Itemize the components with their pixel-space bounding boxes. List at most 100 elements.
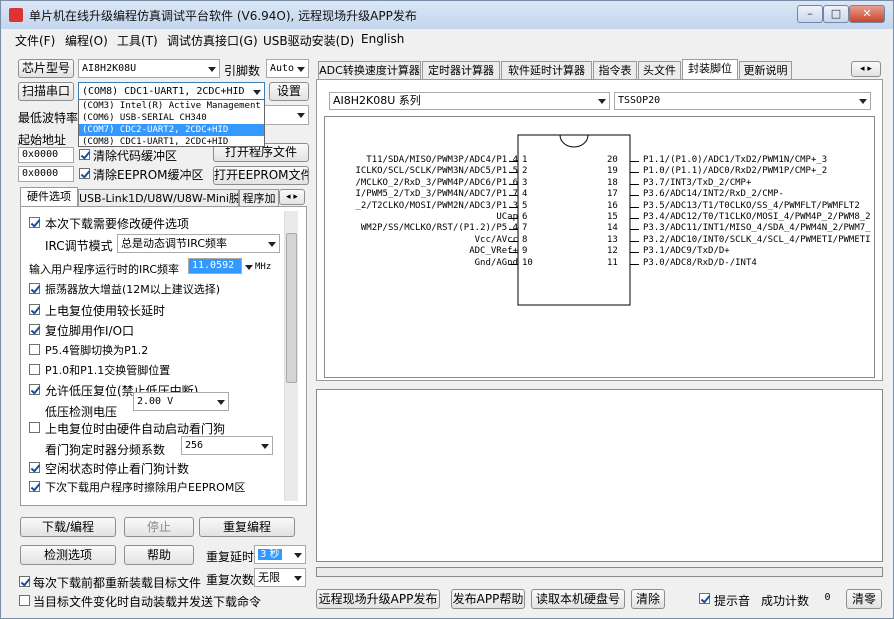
- pin-number-left: 10: [522, 257, 533, 268]
- menu-english[interactable]: English: [361, 32, 404, 46]
- chevron-down-icon: [294, 575, 302, 581]
- reset-count-button[interactable]: 清零: [846, 589, 882, 609]
- reset-io-checkbox[interactable]: [29, 324, 40, 335]
- p10-swap-label: P1.0和P1.1交换管脚位置: [45, 364, 171, 377]
- right-tab-scroll-arrows[interactable]: ◂ ▸: [851, 61, 881, 77]
- main-window: 单片机在线升级编程仿真调试平台软件 (V6.94O), 远程现场升级APP发布 …: [0, 0, 894, 619]
- port-option[interactable]: (COM3) Intel(R) Active Management: [79, 100, 264, 112]
- pin-lead-right: [630, 183, 639, 185]
- wdt-power-checkbox[interactable]: [29, 422, 40, 433]
- publish-help-button[interactable]: 发布APP帮助: [451, 589, 525, 609]
- pin-lead-left: [509, 218, 518, 219]
- tab-package-pinout[interactable]: 封装脚位: [682, 59, 738, 79]
- code-start-address-input[interactable]: 0x0000: [18, 147, 74, 163]
- maximize-button[interactable]: □: [823, 5, 849, 23]
- irc-mode-label: IRC调节模式: [45, 239, 113, 253]
- pin-number-left: 2: [522, 166, 528, 177]
- tab-timer-calculator[interactable]: 定时器计算器: [422, 61, 500, 79]
- stop-button[interactable]: 停止: [124, 517, 194, 537]
- port-dropdown-list[interactable]: (COM3) Intel(R) Active Management (COM6)…: [78, 99, 265, 147]
- pinout-diagram-area: T11/SDA/MISO/PWM3P/ADC4/P1.4 1 20 P1.1/(P1.…: [324, 116, 875, 378]
- eeprom-start-address-input[interactable]: 0x0000: [18, 166, 74, 182]
- pin-lead-left: [509, 206, 518, 208]
- clear-eeprom-checkbox[interactable]: [79, 168, 90, 179]
- options-scrollbar[interactable]: [284, 211, 298, 501]
- series-value: AI8H2K08U 系列: [333, 94, 421, 107]
- open-eeprom-file-button[interactable]: 打开EEPROM文件: [213, 166, 309, 185]
- menu-file[interactable]: 文件(F): [15, 32, 55, 49]
- sound-label: 提示音: [714, 594, 751, 608]
- settings-button[interactable]: 设置: [269, 82, 309, 101]
- repeat-delay-select[interactable]: 3 秒: [254, 545, 306, 564]
- power-delay-checkbox[interactable]: [29, 304, 40, 315]
- irc-freq-input[interactable]: 11.0592: [188, 258, 242, 274]
- repeat-program-button[interactable]: 重复编程: [199, 517, 295, 537]
- tab-hardware-options[interactable]: 硬件选项: [20, 187, 78, 207]
- menu-bar: 文件(F) 编程(O) 工具(T) 调试仿真接口(G) USB驱动安装(D) E…: [1, 29, 893, 49]
- tab-release-notes[interactable]: 更新说明: [739, 61, 792, 79]
- menu-debug[interactable]: 调试仿真接口(G): [167, 32, 258, 49]
- erase-eeprom-checkbox[interactable]: [29, 481, 40, 492]
- osc-gain-checkbox[interactable]: [29, 283, 40, 294]
- port-option[interactable]: (COM6) USB-SERIAL CH340: [79, 112, 264, 124]
- idle-wdt-checkbox[interactable]: [29, 462, 40, 473]
- download-program-button[interactable]: 下载/编程: [20, 517, 116, 537]
- pin-number-right: 11: [607, 257, 618, 268]
- p10-swap-checkbox[interactable]: [29, 364, 40, 375]
- pin-lead-left: [509, 229, 518, 231]
- package-select[interactable]: TSSOP20: [614, 92, 871, 110]
- irc-mode-select[interactable]: 总是动态调节IRC频率: [117, 234, 280, 253]
- tab-usb-link-offline[interactable]: USB-Link1D/U8W/U8W-Mini脱机: [78, 189, 239, 207]
- sound-checkbox[interactable]: [699, 593, 710, 604]
- pin-number-right: 18: [607, 177, 618, 188]
- package-pinout-panel: AI8H2K08U 系列 TSSOP20 T11/SDA/MISO/PWM3P/…: [316, 79, 883, 381]
- tab-scroll-arrows[interactable]: ◂ ▸: [279, 189, 305, 205]
- clear-code-checkbox[interactable]: [79, 149, 90, 160]
- series-select[interactable]: AI8H2K08U 系列: [329, 92, 610, 110]
- tab-delay-calculator[interactable]: 软件延时计算器: [501, 61, 592, 79]
- tab-instruction-table[interactable]: 指令表: [593, 61, 637, 79]
- repeat-delay-value: 3 秒: [258, 549, 282, 560]
- repeat-count-select[interactable]: 无限: [254, 568, 306, 587]
- lvd-select[interactable]: 2.00 V: [133, 392, 229, 411]
- pin-number-right: 19: [607, 166, 618, 177]
- pin-label-right: P1.1/(P1.0)/ADC1/TxD2/PWM1N/CMP+_3: [643, 155, 828, 165]
- chevron-down-icon: [268, 241, 276, 247]
- auto-reload-checkbox[interactable]: [19, 595, 30, 606]
- chip-model-button[interactable]: 芯片型号: [18, 59, 74, 78]
- tab-program-encrypt[interactable]: 程序加: [239, 189, 279, 207]
- pin-lead-right: [630, 195, 639, 197]
- tab-adc-calculator[interactable]: ADC转换速度计算器: [318, 61, 421, 79]
- chevron-down-icon: [297, 113, 305, 118]
- clear-log-button[interactable]: 清除: [631, 589, 665, 609]
- lvd-reset-checkbox[interactable]: [29, 384, 40, 395]
- pin-label-right: P3.7/INT3/TxD_2/CMP+: [643, 177, 752, 188]
- pins-label: 引脚数: [224, 64, 261, 78]
- help-button[interactable]: 帮助: [124, 545, 194, 565]
- pin-number-left: 5: [522, 200, 528, 211]
- pin-label-right: P3.2/ADC10/INT0/SCLK_4/SCL_4/PWMETI/PWME…: [643, 234, 871, 245]
- chevron-down-icon[interactable]: [245, 265, 253, 270]
- read-disk-id-button[interactable]: 读取本机硬盘号: [531, 589, 625, 609]
- scrollbar-thumb[interactable]: [286, 233, 297, 383]
- pins-select[interactable]: Auto: [266, 59, 309, 78]
- menu-usb-driver[interactable]: USB驱动安装(D): [263, 32, 354, 49]
- chip-model-select[interactable]: AI8H2K08U: [78, 59, 220, 78]
- menu-tools[interactable]: 工具(T): [117, 32, 158, 49]
- pin-label-left: ICLKO/SCL/SCLK/PWM3N/ADC5/P1.5: [355, 166, 518, 177]
- p54-switch-checkbox[interactable]: [29, 344, 40, 355]
- remote-publish-button[interactable]: 远程现场升级APP发布: [316, 589, 440, 609]
- scan-port-button[interactable]: 扫描串口: [18, 82, 74, 101]
- detect-options-button[interactable]: 检测选项: [20, 545, 116, 565]
- reload-each-checkbox[interactable]: [19, 576, 30, 587]
- modify-hw-checkbox[interactable]: [29, 217, 40, 228]
- menu-program[interactable]: 编程(O): [65, 32, 108, 49]
- auto-reload-label: 当目标文件变化时自动装载并发送下载命令: [33, 595, 262, 609]
- wdt-div-select[interactable]: 256: [181, 436, 273, 455]
- irc-freq-label: 输入用户程序运行时的IRC频率: [29, 263, 180, 276]
- port-option[interactable]: (COM8) CDC1-UART1, 2CDC+HID: [79, 136, 264, 148]
- minimize-button[interactable]: –: [797, 5, 823, 23]
- port-option-selected[interactable]: (COM7) CDC2-UART2, 2CDC+HID: [79, 124, 264, 136]
- close-button[interactable]: ✕: [849, 5, 885, 23]
- tab-header-file[interactable]: 头文件: [638, 61, 681, 79]
